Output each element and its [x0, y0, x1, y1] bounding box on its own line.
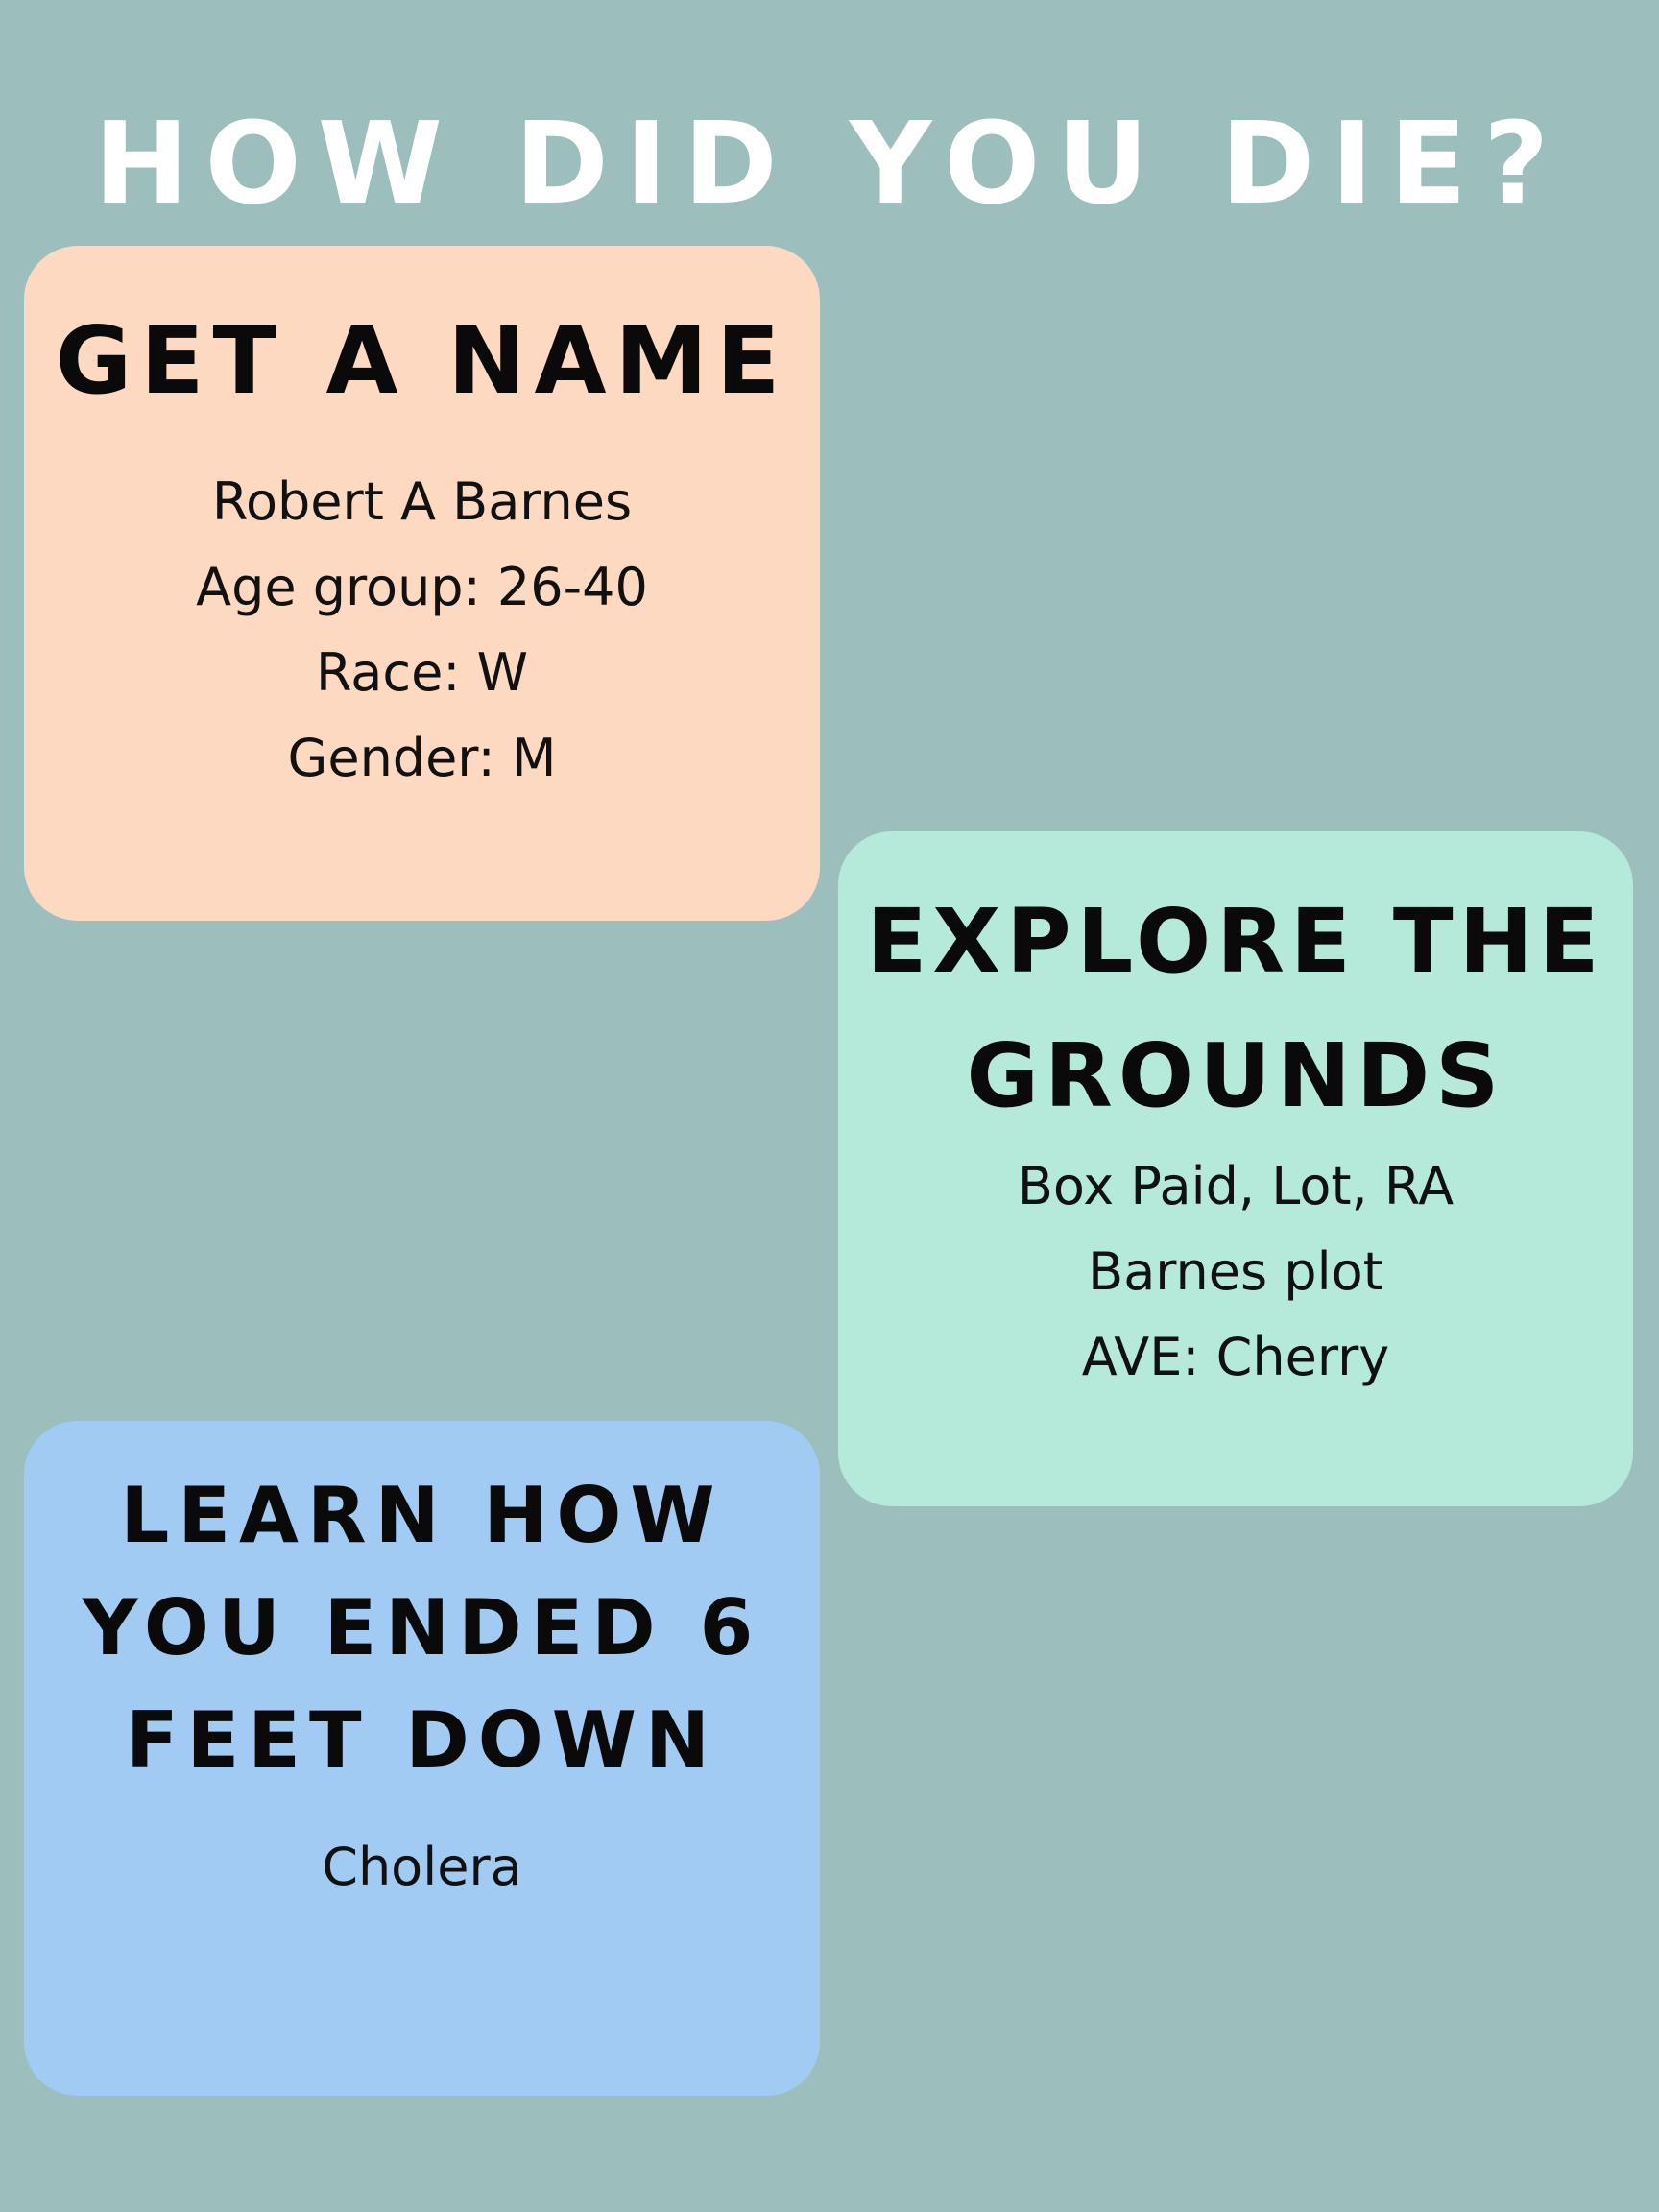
detail-cause: Cholera: [322, 1837, 522, 1897]
page-title: HOW DID YOU DIE?: [93, 97, 1566, 229]
cause-of-death-card: LEARN HOW YOU ENDED 6 FEET DOWN Cholera: [24, 1421, 820, 2096]
detail-gender: Gender: M: [287, 728, 557, 788]
detail-name: Robert A Barnes: [211, 471, 633, 532]
explore-grounds-card: EXPLORE THE GROUNDS Box Paid, Lot, RA Ba…: [838, 831, 1633, 1506]
detail-box-lot: Box Paid, Lot, RA: [1017, 1156, 1455, 1216]
detail-avenue: AVE: Cherry: [1081, 1327, 1390, 1387]
card-details: Box Paid, Lot, RA Barnes plot AVE: Cherr…: [838, 1143, 1633, 1400]
card-heading: EXPLORE THE GROUNDS: [866, 890, 1605, 1127]
get-a-name-card: GET A NAME Robert A Barnes Age group: 26…: [24, 246, 820, 921]
card-details: Cholera: [24, 1824, 820, 1910]
detail-plot: Barnes plot: [1088, 1241, 1383, 1302]
detail-age-group: Age group: 26-40: [196, 557, 648, 617]
detail-race: Race: W: [315, 642, 529, 703]
card-heading: LEARN HOW YOU ENDED 6 FEET DOWN: [82, 1471, 762, 1785]
card-heading: GET A NAME: [55, 306, 789, 415]
poster: HOW DID YOU DIE? GET A NAME Robert A Bar…: [0, 0, 1659, 2212]
card-details: Robert A Barnes Age group: 26-40 Race: W…: [24, 459, 820, 801]
